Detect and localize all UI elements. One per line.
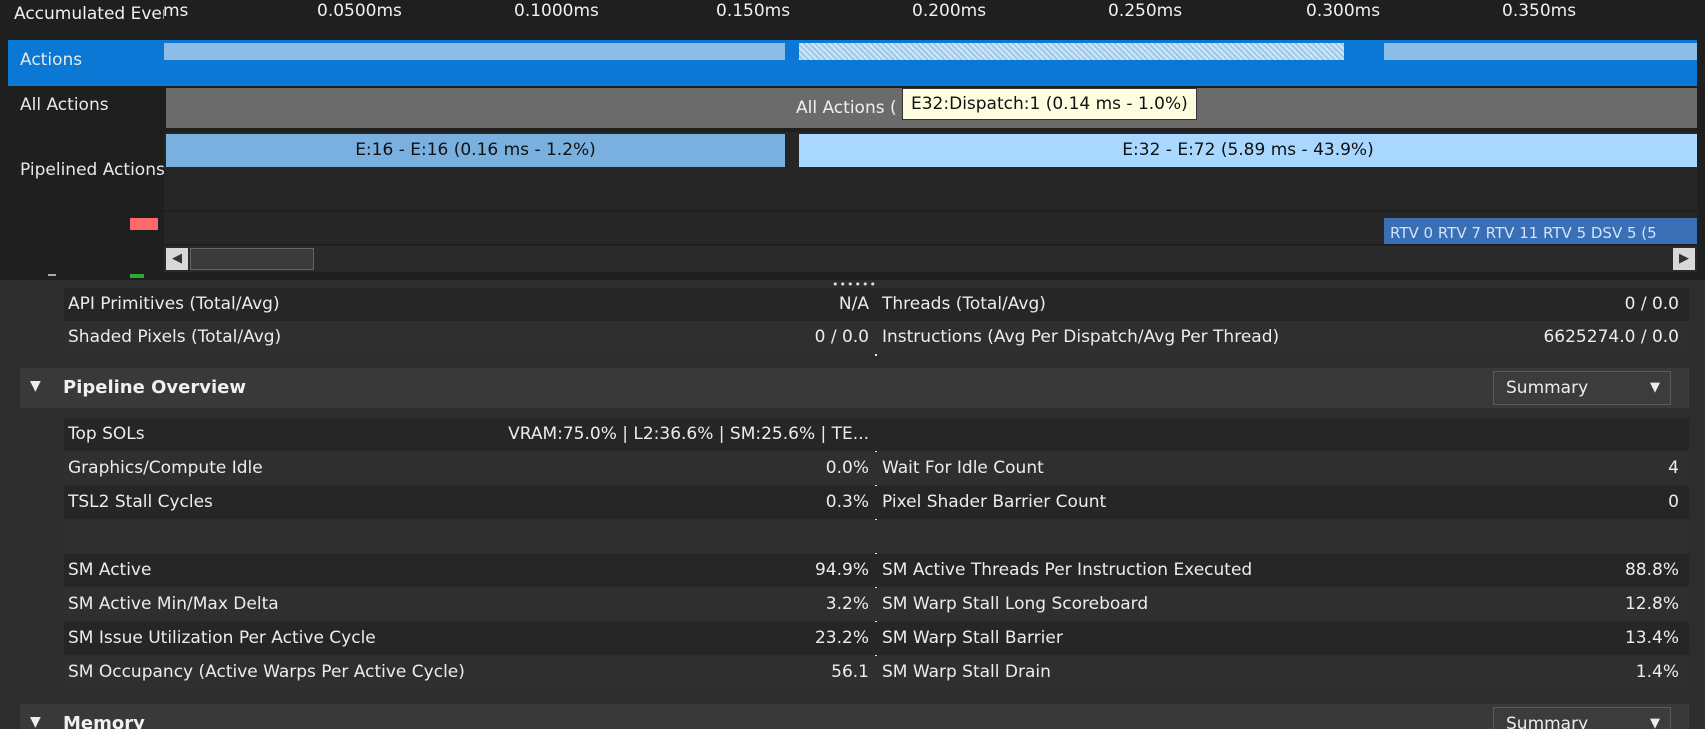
status-red-indicator bbox=[130, 218, 158, 230]
ruler-tick: 0.250ms bbox=[1108, 1, 1183, 21]
property-value: 0 bbox=[1668, 492, 1679, 512]
dropdown-value: Summary bbox=[1506, 378, 1589, 398]
property-label: Shaded Pixels (Total/Avg) bbox=[68, 327, 282, 347]
property-label: SM Issue Utilization Per Active Cycle bbox=[68, 628, 376, 648]
ruler-tick: 0.0500ms bbox=[317, 1, 402, 21]
ruler-tick: 0.200ms bbox=[912, 1, 987, 21]
property-value: 13.4% bbox=[1624, 628, 1679, 648]
row-fragment bbox=[48, 274, 56, 276]
property-label: API Primitives (Total/Avg) bbox=[68, 294, 280, 314]
property-value: 4 bbox=[1668, 458, 1679, 478]
property-value: 23.2% bbox=[814, 628, 869, 648]
property-label: Wait For Idle Count bbox=[882, 458, 1044, 478]
scrollbar-thumb[interactable] bbox=[190, 248, 314, 270]
dropdown-value: Summary bbox=[1506, 714, 1589, 729]
collapse-caret-icon[interactable]: ▼ bbox=[30, 714, 41, 729]
chevron-down-icon[interactable]: ▼ bbox=[1650, 708, 1660, 729]
property-row: SM Occupancy (Active Warps Per Active Cy… bbox=[64, 656, 1689, 689]
scroll-right-arrow-icon[interactable]: ▶ bbox=[1673, 248, 1695, 270]
property-value: 1.4% bbox=[1635, 662, 1679, 682]
property-label: Threads (Total/Avg) bbox=[882, 294, 1046, 314]
ruler-tick: 0.150ms bbox=[716, 1, 791, 21]
view-mode-dropdown[interactable]: Summary ▼ bbox=[1493, 707, 1671, 729]
property-row: SM Active Min/Max Delta 3.2% SM Warp Sta… bbox=[64, 588, 1689, 621]
view-mode-dropdown[interactable]: Summary ▼ bbox=[1493, 371, 1671, 405]
property-row: Top SOLs VRAM:75.0% | L2:36.6% | SM:25.6… bbox=[64, 418, 1689, 451]
action-bar[interactable] bbox=[1384, 43, 1697, 60]
property-label: SM Active bbox=[68, 560, 152, 580]
property-value: 0.0% bbox=[825, 458, 869, 478]
time-ruler: Accumulated Events ms 0.0500ms 0.1000ms … bbox=[0, 0, 1705, 30]
memory-header[interactable]: ▼ Memory Summary ▼ bbox=[20, 704, 1689, 729]
row-label-pipelined-actions: Pipelined Actions bbox=[20, 160, 164, 180]
property-value: 0.3% bbox=[825, 492, 869, 512]
section-title: Pipeline Overview bbox=[63, 377, 246, 398]
timeline-panel: Accumulated Events ms 0.0500ms 0.1000ms … bbox=[0, 0, 1705, 280]
property-row: Graphics/Compute Idle 0.0% Wait For Idle… bbox=[64, 452, 1689, 485]
accumulated-events-label: Accumulated Events bbox=[14, 4, 164, 24]
property-label: SM Active Min/Max Delta bbox=[68, 594, 279, 614]
status-green-indicator bbox=[130, 274, 144, 278]
ruler-tick: 0.350ms bbox=[1502, 1, 1577, 21]
chevron-down-icon[interactable]: ▼ bbox=[1650, 372, 1660, 404]
pipeline-overview-header[interactable]: ▼ Pipeline Overview Summary ▼ bbox=[20, 368, 1689, 408]
pipelined-bar[interactable]: E:16 - E:16 (0.16 ms - 1.2%) bbox=[166, 134, 785, 167]
property-label: TSL2 Stall Cycles bbox=[68, 492, 213, 512]
property-value: 0 / 0.0 bbox=[1624, 294, 1679, 314]
pipelined-bar[interactable]: E:32 - E:72 (5.89 ms - 43.9%) bbox=[799, 134, 1697, 167]
property-row: SM Active 94.9% SM Active Threads Per In… bbox=[64, 554, 1689, 587]
property-label: SM Warp Stall Drain bbox=[882, 662, 1051, 682]
property-value: 3.2% bbox=[825, 594, 869, 614]
property-label: SM Warp Stall Long Scoreboard bbox=[882, 594, 1149, 614]
all-actions-bar-label: All Actions ( bbox=[796, 98, 897, 118]
property-value: 12.8% bbox=[1624, 594, 1679, 614]
row-label-all-actions: All Actions bbox=[20, 95, 109, 115]
ruler-tick: 0.1000ms bbox=[514, 1, 599, 21]
scroll-left-arrow-icon[interactable]: ◀ bbox=[166, 248, 188, 270]
property-value: VRAM:75.0% | L2:36.6% | SM:25.6% | TE... bbox=[508, 424, 869, 444]
property-row: Shaded Pixels (Total/Avg) 0 / 0.0 Instru… bbox=[64, 321, 1689, 354]
property-row: SM Issue Utilization Per Active Cycle 23… bbox=[64, 622, 1689, 655]
property-label: Top SOLs bbox=[68, 424, 145, 444]
property-row: TSL2 Stall Cycles 0.3% Pixel Shader Barr… bbox=[64, 486, 1689, 519]
action-bar[interactable] bbox=[164, 43, 785, 60]
property-value: 88.8% bbox=[1624, 560, 1679, 580]
property-row: API Primitives (Total/Avg) N/A Threads (… bbox=[64, 288, 1689, 321]
property-label: SM Occupancy (Active Warps Per Active Cy… bbox=[68, 662, 465, 682]
property-value: 6625274.0 / 0.0 bbox=[1543, 327, 1679, 347]
property-label: Instructions (Avg Per Dispatch/Avg Per T… bbox=[882, 327, 1280, 347]
property-value: 94.9% bbox=[814, 560, 869, 580]
property-label: SM Active Threads Per Instruction Execut… bbox=[882, 560, 1253, 580]
ruler-tick: 0.300ms bbox=[1306, 1, 1381, 21]
property-label: SM Warp Stall Barrier bbox=[882, 628, 1063, 648]
action-bar-selected[interactable] bbox=[799, 43, 1344, 60]
row-label-actions[interactable]: Actions bbox=[0, 50, 164, 70]
section-title: Memory bbox=[63, 713, 145, 729]
timeline-horizontal-scrollbar[interactable]: ◀ ▶ bbox=[164, 246, 1697, 272]
property-label: Graphics/Compute Idle bbox=[68, 458, 263, 478]
property-value: 0 / 0.0 bbox=[814, 327, 869, 347]
property-value: N/A bbox=[838, 294, 869, 314]
collapse-caret-icon[interactable]: ▼ bbox=[30, 378, 41, 394]
property-label: Pixel Shader Barrier Count bbox=[882, 492, 1107, 512]
event-tooltip: E32:Dispatch:1 (0.14 ms - 1.0%) bbox=[902, 88, 1197, 120]
property-value: 56.1 bbox=[831, 662, 869, 682]
property-row bbox=[64, 520, 1689, 553]
partial-bar[interactable]: RTV 0 RTV 7 RTV 11 RTV 5 DSV 5 (5 bbox=[1384, 218, 1697, 244]
ruler-partial-tick: ms bbox=[163, 1, 189, 21]
